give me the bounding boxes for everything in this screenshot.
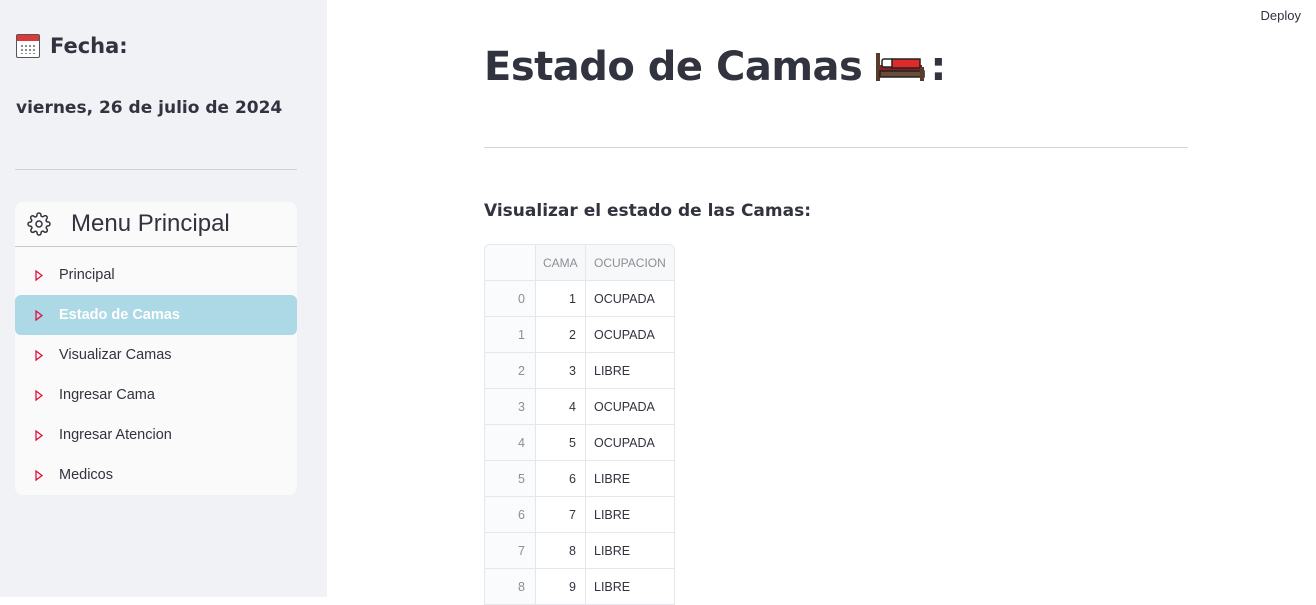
table-row: 1 2 OCUPADA xyxy=(485,317,674,353)
menu-header: Menu Principal xyxy=(15,202,297,247)
table-row: 3 4 OCUPADA xyxy=(485,389,674,425)
gear-icon xyxy=(27,212,51,236)
ocupacion-cell[interactable]: OCUPADA xyxy=(586,317,673,352)
row-index: 5 xyxy=(485,461,536,496)
play-icon xyxy=(35,389,43,401)
cama-cell[interactable]: 2 xyxy=(536,317,586,352)
menu-list: Principal Estado de Camas Visualizar Cam… xyxy=(15,247,297,495)
menu-item-label: Ingresar Atencion xyxy=(59,427,172,443)
menu-item-principal[interactable]: Principal xyxy=(15,255,297,295)
menu-item-ingresar-cama[interactable]: Ingresar Cama xyxy=(15,375,297,415)
play-icon xyxy=(35,349,43,361)
row-index: 4 xyxy=(485,425,536,460)
menu-item-label: Principal xyxy=(59,267,115,283)
ocupacion-cell[interactable]: LIBRE xyxy=(586,461,673,496)
section-subtitle: Visualizar el estado de las Camas: xyxy=(484,201,811,221)
cama-cell[interactable]: 3 xyxy=(536,353,586,388)
ocupacion-cell[interactable]: LIBRE xyxy=(586,353,673,388)
cama-cell[interactable]: 4 xyxy=(536,389,586,424)
deploy-button[interactable]: Deploy xyxy=(1261,8,1301,23)
sidebar-divider xyxy=(15,169,297,170)
menu-item-estado-de-camas[interactable]: Estado de Camas xyxy=(15,295,297,335)
row-index: 2 xyxy=(485,353,536,388)
table-row: 5 6 LIBRE xyxy=(485,461,674,497)
row-index: 8 xyxy=(485,569,536,604)
cama-cell[interactable]: 1 xyxy=(536,281,586,316)
cama-cell[interactable]: 6 xyxy=(536,461,586,496)
menu-item-label: Medicos xyxy=(59,467,113,483)
table-row: 2 3 LIBRE xyxy=(485,353,674,389)
menu-item-ingresar-atencion[interactable]: Ingresar Atencion xyxy=(15,415,297,455)
play-icon xyxy=(35,269,43,281)
play-icon xyxy=(35,429,43,441)
table-row: 8 9 LIBRE xyxy=(485,569,674,605)
ocupacion-cell[interactable]: OCUPADA xyxy=(586,389,673,424)
fecha-heading: Fecha: xyxy=(16,34,128,58)
row-index: 3 xyxy=(485,389,536,424)
play-icon xyxy=(35,469,43,481)
fecha-value: viernes, 26 de julio de 2024 xyxy=(16,98,283,118)
cama-cell[interactable]: 9 xyxy=(536,569,586,604)
ocupacion-cell[interactable]: OCUPADA xyxy=(586,425,673,460)
menu-item-label: Ingresar Cama xyxy=(59,387,155,403)
table-row: 6 7 LIBRE xyxy=(485,497,674,533)
ocupacion-cell[interactable]: LIBRE xyxy=(586,497,673,532)
menu-item-label: Visualizar Camas xyxy=(59,347,172,363)
table-row: 4 5 OCUPADA xyxy=(485,425,674,461)
ocupacion-cell[interactable]: LIBRE xyxy=(586,569,673,604)
bed-icon xyxy=(876,53,926,81)
row-index: 7 xyxy=(485,533,536,568)
fecha-label: Fecha: xyxy=(50,34,128,58)
menu-item-visualizar-camas[interactable]: Visualizar Camas xyxy=(15,335,297,375)
menu-item-medicos[interactable]: Medicos xyxy=(15,455,297,495)
calendar-icon xyxy=(16,34,40,58)
menu-item-label: Estado de Camas xyxy=(59,307,180,323)
row-index: 0 xyxy=(485,281,536,316)
cama-cell[interactable]: 8 xyxy=(536,533,586,568)
row-index: 1 xyxy=(485,317,536,352)
main-menu: Menu Principal Principal Estado de Camas… xyxy=(15,202,297,495)
row-index: 6 xyxy=(485,497,536,532)
play-icon xyxy=(35,309,43,321)
ocupacion-cell[interactable]: OCUPADA xyxy=(586,281,673,316)
cama-cell[interactable]: 5 xyxy=(536,425,586,460)
main-divider xyxy=(484,147,1188,148)
menu-title: Menu Principal xyxy=(71,210,230,237)
page-title-text: Estado de Camas xyxy=(484,44,863,90)
column-header-ocupacion[interactable]: OCUPACION xyxy=(586,245,673,280)
cama-cell[interactable]: 7 xyxy=(536,497,586,532)
column-header-index[interactable] xyxy=(485,245,536,280)
beds-dataframe[interactable]: CAMA OCUPACION 0 1 OCUPADA 1 2 OCUPADA 2… xyxy=(484,244,675,605)
table-row: 7 8 LIBRE xyxy=(485,533,674,569)
ocupacion-cell[interactable]: LIBRE xyxy=(586,533,673,568)
page-title: Estado de Camas : xyxy=(484,44,946,90)
page-title-suffix: : xyxy=(930,44,946,90)
sidebar: Fecha: viernes, 26 de julio de 2024 Menu… xyxy=(0,0,327,597)
column-header-cama[interactable]: CAMA xyxy=(536,245,586,280)
table-header: CAMA OCUPACION xyxy=(485,245,674,281)
table-row: 0 1 OCUPADA xyxy=(485,281,674,317)
